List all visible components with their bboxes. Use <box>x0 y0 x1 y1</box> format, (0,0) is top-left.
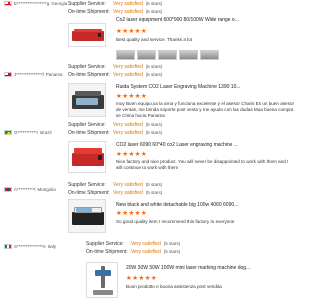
supplier-service-value: Very satisfied <box>131 241 161 247</box>
supplier-service-value: Very satisfied <box>113 1 143 7</box>
laser-machine-image <box>72 207 104 227</box>
supplier-service-value: Very satisfied <box>113 182 143 188</box>
reviewer-country: Panama <box>45 72 63 77</box>
review-photo[interactable] <box>200 50 219 60</box>
product-link[interactable]: 20W 30W 50W 100W mini laser marking mach… <box>126 265 250 271</box>
product-link[interactable]: Ruida System CO2 Laser Engraving Machine… <box>116 84 241 90</box>
shipment-count: (5 stars) <box>145 9 163 14</box>
shipment-label: On-time Shipment: <box>68 130 110 136</box>
supplier-service-label: Supplier Service: <box>68 182 106 188</box>
shipment-value: Very satisfied <box>113 9 143 15</box>
supplier-service-value: Very satisfied <box>113 64 143 70</box>
brazil-flag-icon <box>4 130 12 135</box>
laser-machine-image <box>72 91 104 111</box>
reviewer: J***************f Panama <box>4 72 63 77</box>
rating-summary: Supplier Service: Very satisfied (5 stars)… <box>86 240 180 256</box>
rating-summary: Supplier Service: Very satisfied (5 stars)… <box>68 181 162 197</box>
product-thumbnail[interactable] <box>68 199 106 233</box>
star-rating: ★★★★★ <box>116 93 148 100</box>
review-photo[interactable] <box>116 50 135 60</box>
rating-summary: Supplier Service: Very satisfied (5 stars)… <box>68 63 162 79</box>
rating-summary: Supplier Service: Very satisfied (5 stars)… <box>68 121 162 137</box>
panama-flag-icon <box>4 72 12 77</box>
star-rating: ★★★★★ <box>116 28 148 35</box>
review-comment: So good quality item I recommend this fa… <box>116 219 235 224</box>
supplier-service-value: Very satisfied <box>113 122 143 128</box>
shipment-count: (5 stars) <box>145 72 163 77</box>
supplier-service-label: Supplier Service: <box>68 64 106 70</box>
shipment-label: On-time Shipment: <box>68 9 110 15</box>
shipment-value: Very satisfied <box>113 190 143 196</box>
shipment-count: (5 stars) <box>145 130 163 135</box>
laser-machine-image <box>72 148 104 168</box>
star-rating: ★★★★★ <box>126 275 158 282</box>
supplier-service-count: (5 stars) <box>145 122 163 127</box>
laser-machine-image <box>93 266 113 296</box>
reviewer-name: E*****************g <box>14 1 50 6</box>
product-thumbnail[interactable] <box>68 83 106 117</box>
review-photo[interactable] <box>179 50 198 60</box>
review-comment: muy Buen equipo,va la arna y funciona ex… <box>116 101 294 119</box>
supplier-service-count: (5 stars) <box>145 1 163 6</box>
shipment-value: Very satisfied <box>113 72 143 78</box>
reviewer-country: Brazil <box>40 130 52 135</box>
review-comment: Best quality and service. Thanks a lot <box>116 37 193 42</box>
review-comment: Nice factory and nice product. You will … <box>116 159 289 171</box>
reviewer-country: Italy <box>47 244 57 249</box>
review-photo[interactable] <box>158 50 177 60</box>
shipment-value: Very satisfied <box>131 249 161 255</box>
shipment-value: Very satisfied <box>113 130 143 136</box>
reviewer: S***************e Italy <box>4 244 56 249</box>
reviewer-name: A**********l <box>14 187 36 192</box>
shipment-label: On-time Shipment: <box>86 249 128 255</box>
reviewer-country: Mongolia <box>37 187 56 192</box>
shipment-count: (5 stars) <box>145 190 163 195</box>
reviewer-name: G***********r <box>14 130 39 135</box>
shipment-label: On-time Shipment: <box>68 72 110 78</box>
reviewer: E*****************g Georgia <box>4 1 67 6</box>
shipment-count: (5 stars) <box>163 249 181 254</box>
star-rating: ★★★★★ <box>116 151 148 158</box>
product-link[interactable]: CO2 laser 6090 60*40 co2 Laser engraving… <box>116 142 238 148</box>
product-thumbnail[interactable] <box>68 141 106 173</box>
reviewer-name: S***************e <box>14 244 46 249</box>
mongolia-flag-icon <box>4 187 12 192</box>
georgia-flag-icon <box>4 1 12 6</box>
product-thumbnail[interactable] <box>86 262 118 298</box>
rating-summary: Supplier Service: Very satisfied (5 stars)… <box>68 0 162 16</box>
supplier-service-count: (5 stars) <box>163 241 181 246</box>
supplier-service-label: Supplier Service: <box>86 241 124 247</box>
italy-flag-icon <box>4 244 12 249</box>
supplier-service-count: (5 stars) <box>145 64 163 69</box>
star-rating: ★★★★★ <box>116 210 148 217</box>
reviewer: A**********l Mongolia <box>4 187 56 192</box>
reviewer-country: Georgia <box>51 1 68 6</box>
supplier-service-label: Supplier Service: <box>68 1 106 7</box>
supplier-service-count: (5 stars) <box>145 182 163 187</box>
laser-machine-image <box>72 29 104 43</box>
product-link[interactable]: Co2 laser equipment 600*900 80/100W Wide… <box>116 17 239 23</box>
reviewer-name: J***************f <box>14 72 44 77</box>
product-link[interactable]: New black and white detachable big 100w … <box>116 202 238 208</box>
shipment-label: On-time Shipment: <box>68 190 110 196</box>
product-thumbnail[interactable] <box>68 23 106 47</box>
supplier-service-label: Supplier Service: <box>68 122 106 128</box>
reviewer: G***********r Brazil <box>4 130 52 135</box>
review-photo[interactable] <box>137 50 156 60</box>
review-photos <box>116 50 219 60</box>
review-comment: Buon prodotto e buona assistenza post ve… <box>126 284 222 289</box>
